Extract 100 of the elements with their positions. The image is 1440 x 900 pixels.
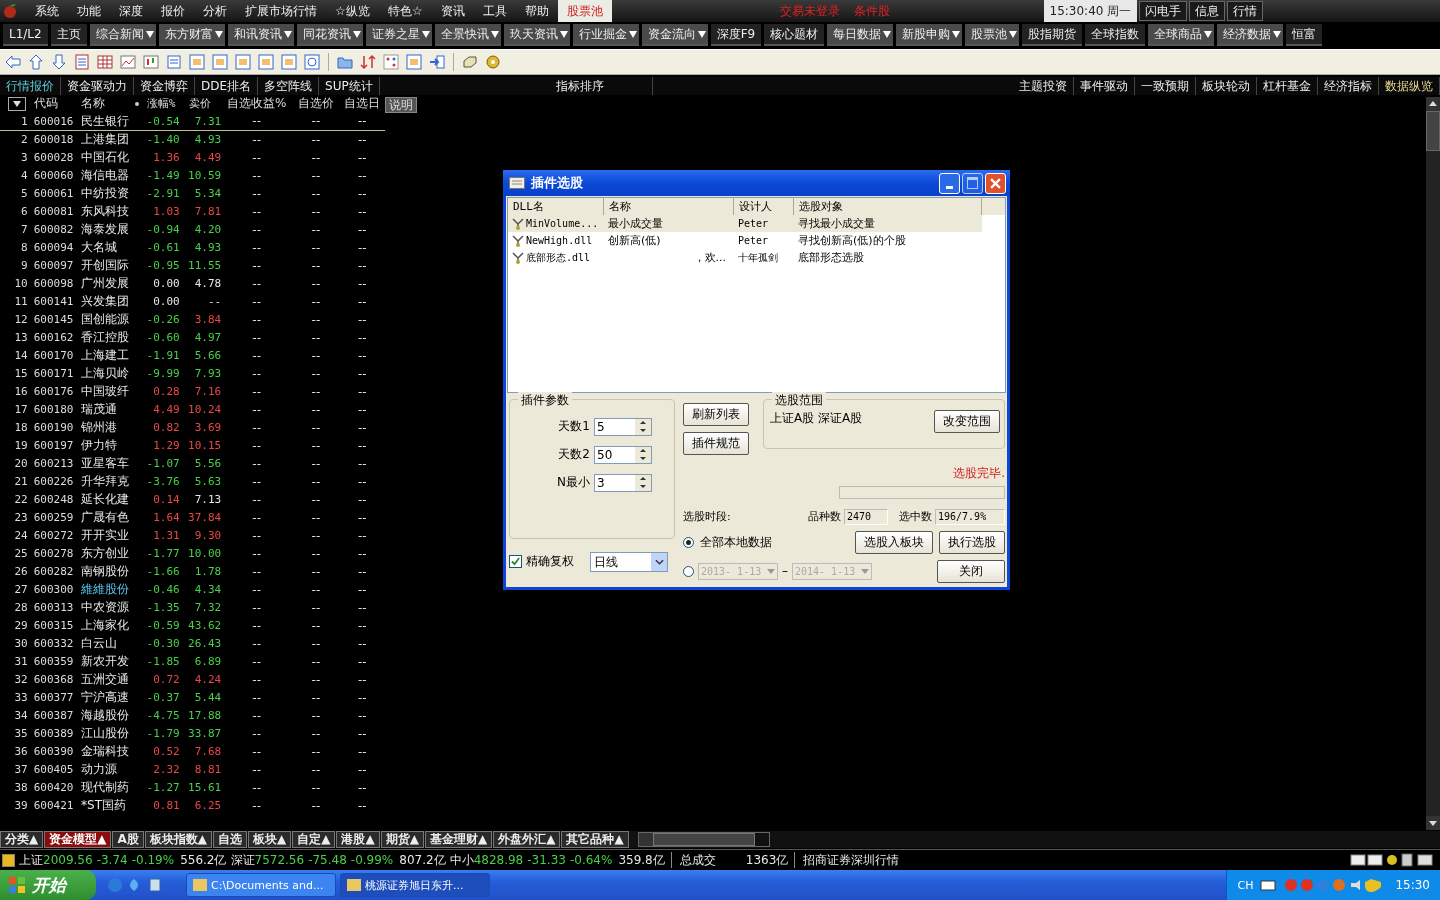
menu-button[interactable]: 信息 — [1189, 1, 1226, 21]
minimize-button[interactable] — [939, 172, 960, 194]
menu-item[interactable]: 资讯 — [431, 0, 474, 22]
tab[interactable]: 主题投资 — [1013, 76, 1074, 95]
tab[interactable]: 外盘外汇▲ — [493, 831, 561, 849]
note-button[interactable]: 说明 — [385, 96, 417, 113]
taskbar-button[interactable]: C:\Documents and... — [186, 873, 336, 897]
tab[interactable]: 自选 — [213, 831, 247, 849]
menu-button[interactable]: 闪电手 — [1139, 1, 1188, 21]
nav-button[interactable]: 主页 — [50, 24, 87, 46]
tab[interactable]: 一致预期 — [1135, 76, 1196, 95]
nav-button[interactable]: 和讯资讯 — [227, 24, 294, 46]
tab[interactable]: 行情报价 — [0, 76, 61, 95]
menu-item[interactable]: 功能 — [68, 0, 110, 22]
up-icon[interactable] — [27, 53, 45, 71]
tab[interactable]: 期货▲ — [380, 831, 424, 849]
maximize-button[interactable] — [962, 172, 983, 194]
tab[interactable]: 资金驱动力 — [61, 76, 134, 95]
nav-button[interactable]: 每日数据 — [827, 24, 894, 46]
nav-button[interactable]: 行业掘金 — [572, 24, 639, 46]
menu-button[interactable]: 行情 — [1227, 1, 1264, 21]
close-dialog-button[interactable]: 关闭 — [937, 559, 1005, 583]
scrollbar[interactable] — [1426, 96, 1440, 831]
run-button[interactable]: 执行选股 — [939, 530, 1005, 554]
number-spinner[interactable]: 5 — [594, 417, 652, 436]
column-header[interactable]: 卖价 — [179, 96, 222, 112]
tab[interactable]: DDE排名 — [195, 76, 259, 95]
candle-icon[interactable] — [142, 53, 160, 71]
nav-button[interactable]: 证券之星 — [365, 24, 432, 46]
menu-item[interactable]: 深度 — [110, 0, 152, 22]
nav-button[interactable]: 同花资讯 — [296, 24, 363, 46]
menu-item[interactable]: 工具 — [473, 0, 516, 22]
number-spinner[interactable]: 3 — [594, 473, 652, 492]
nav-button[interactable]: L1/L2 — [3, 24, 48, 46]
nav-button[interactable]: 股票池 — [965, 24, 1020, 46]
dots-icon[interactable] — [382, 53, 400, 71]
menu-item[interactable]: 分析 — [194, 0, 236, 22]
nav-button[interactable]: 玖天资讯 — [503, 24, 570, 46]
tab[interactable]: 指标排序 — [549, 76, 653, 95]
down-icon[interactable] — [50, 53, 68, 71]
nav-button[interactable]: 全球商品 — [1148, 24, 1215, 46]
tab[interactable]: 自定▲ — [292, 831, 336, 849]
nav-button[interactable]: 综合新闻 — [89, 24, 156, 46]
sort-icon[interactable] — [359, 53, 377, 71]
tab[interactable]: SUP统计 — [319, 76, 380, 95]
sort-button[interactable] — [7, 96, 26, 111]
tab[interactable]: 板块▲ — [248, 831, 292, 849]
menu-item[interactable]: 特色☆ — [378, 0, 432, 22]
change-range-button[interactable]: 改变范围 — [934, 409, 1000, 433]
back-icon[interactable] — [4, 53, 22, 71]
menu-item[interactable]: 扩展市场行情 — [236, 0, 326, 22]
nav-button[interactable]: 恒富 — [1286, 24, 1323, 46]
import-icon[interactable] — [428, 53, 446, 71]
language-indicator[interactable]: CH — [1237, 878, 1254, 892]
tab[interactable]: 其它品种▲ — [561, 831, 629, 849]
taskbar-button[interactable]: 桃源证券旭日东升... — [340, 873, 490, 897]
checkbox[interactable] — [509, 555, 522, 569]
menu-item[interactable]: 股票池 — [557, 0, 612, 22]
tab[interactable]: 经济指标 — [1318, 76, 1379, 95]
nav-button[interactable]: 深度F9 — [710, 24, 762, 46]
radio-button[interactable] — [683, 565, 694, 577]
nav-button[interactable]: 全球指数 — [1085, 24, 1146, 46]
number-spinner[interactable]: 50 — [594, 445, 652, 464]
close-button[interactable] — [985, 172, 1006, 194]
tab[interactable]: 基金理财▲ — [424, 831, 493, 849]
tab[interactable]: 板块轮动 — [1196, 76, 1257, 95]
tab[interactable]: 杠杆基金 — [1257, 76, 1318, 95]
menu-item[interactable]: 系统 — [26, 0, 68, 22]
radio-button[interactable] — [683, 536, 694, 548]
column-header[interactable]: 涨幅% — [142, 96, 180, 112]
nav-button[interactable]: 核心题材 — [764, 24, 825, 46]
grid-icon[interactable] — [96, 53, 114, 71]
column-header[interactable]: 自选日 — [339, 95, 385, 113]
tab[interactable]: 多空阵线 — [258, 76, 320, 95]
nav-button[interactable]: 东方财富 — [158, 24, 225, 46]
menu-item[interactable]: 帮助 — [515, 0, 558, 22]
tab[interactable]: 事件驱动 — [1074, 76, 1135, 95]
selected-row[interactable]: MinVolume... 最小成交量 Peter 寻找最小成交量 — [508, 215, 982, 233]
spec-button[interactable]: 插件规范 — [683, 431, 749, 455]
tab[interactable]: 数据纵览 — [1379, 76, 1440, 95]
tab[interactable]: 资金博弈 — [134, 76, 195, 95]
period-dropdown[interactable]: 日线 — [590, 551, 668, 572]
nav-button[interactable]: 资金流向 — [641, 24, 708, 46]
column-header[interactable]: 自选价 — [292, 95, 340, 113]
nav-button[interactable]: 新股申购 — [896, 24, 963, 46]
tab[interactable]: 港股▲ — [336, 831, 380, 849]
menu-item[interactable]: 报价 — [152, 0, 194, 22]
menu-item[interactable]: ☆纵览 — [326, 0, 379, 22]
doc-icon[interactable] — [165, 53, 183, 71]
scrollbar[interactable] — [637, 832, 770, 848]
list-icon[interactable] — [73, 53, 91, 71]
column-header[interactable]: 名称 — [81, 95, 133, 113]
column-header[interactable]: 代码 — [33, 95, 81, 113]
column-header[interactable]: 自选收益% — [221, 95, 293, 113]
refresh-button[interactable]: 刷新列表 — [683, 402, 749, 426]
add-to-block-button[interactable]: 选股入板块 — [855, 530, 933, 554]
nav-button[interactable]: 全景快讯 — [434, 24, 501, 46]
tab[interactable]: 分类▲ — [0, 831, 44, 849]
nav-button[interactable]: 股指期货 — [1022, 24, 1083, 46]
tab[interactable]: 板块指数▲ — [144, 831, 212, 849]
